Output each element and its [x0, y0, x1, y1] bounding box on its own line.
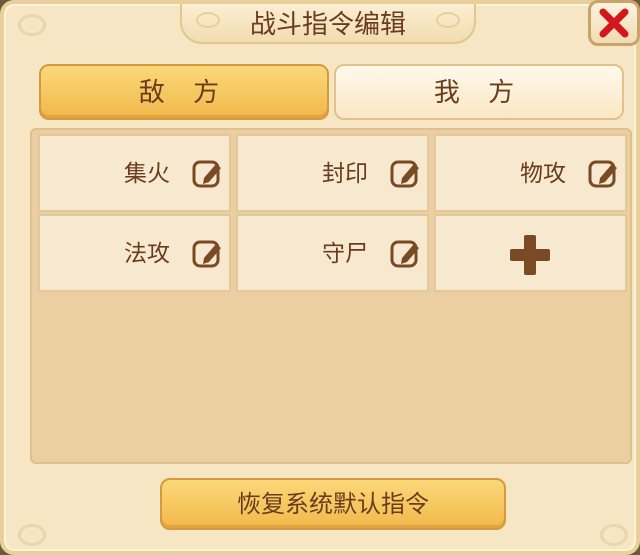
command-cell[interactable]: 物攻 [434, 134, 627, 212]
close-button[interactable] [588, 0, 640, 46]
restore-default-button[interactable]: 恢复系统默认指令 [160, 478, 506, 530]
command-label: 集火 [124, 161, 170, 187]
tab-ally[interactable]: 我 方 [334, 64, 624, 120]
edit-icon[interactable] [192, 159, 224, 189]
add-command-cell[interactable] [434, 214, 627, 292]
corner-ornament [18, 524, 46, 546]
corner-ornament [18, 14, 46, 36]
close-x-icon [599, 8, 629, 38]
edit-icon[interactable] [588, 159, 620, 189]
edit-icon[interactable] [390, 239, 422, 269]
edit-icon[interactable] [390, 159, 422, 189]
command-cell[interactable]: 集火 [38, 134, 231, 212]
command-grid: 集火 封印 物攻 法攻 守尸 [30, 128, 632, 464]
edit-icon[interactable] [192, 239, 224, 269]
corner-ornament [600, 524, 628, 546]
command-label: 封印 [322, 161, 368, 187]
command-label: 守尸 [322, 241, 368, 267]
dialog-title: 战斗指令编辑 [249, 10, 406, 40]
plus-icon[interactable] [506, 233, 554, 277]
command-cell[interactable]: 封印 [236, 134, 429, 212]
command-label: 物攻 [520, 161, 566, 187]
command-label: 法攻 [124, 241, 170, 267]
command-cell[interactable]: 守尸 [236, 214, 429, 292]
command-cell[interactable]: 法攻 [38, 214, 231, 292]
command-edit-dialog: 战斗指令编辑 敌 方 我 方 集火 封印 物攻 法攻 守尸 恢复系统默认指令 [0, 0, 640, 555]
tab-enemy[interactable]: 敌 方 [39, 64, 329, 120]
